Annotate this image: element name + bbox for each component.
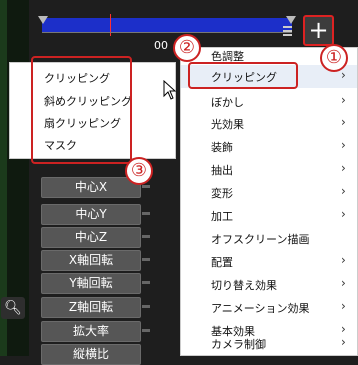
param-aspect[interactable]: 縦横比 bbox=[41, 344, 141, 365]
zoom-icon[interactable]: 🔍︎ bbox=[1, 297, 25, 319]
param-z-rotation[interactable]: Z軸回転 bbox=[41, 297, 141, 318]
menu-item-label: 加工 bbox=[211, 210, 233, 223]
menu-item-offscreen[interactable]: オフスクリーン描画 bbox=[181, 227, 357, 250]
timecode: 00 bbox=[154, 39, 168, 52]
menu-item-label: 切り替え効果 bbox=[211, 279, 277, 292]
menu-item-animation[interactable]: アニメーション効果 › bbox=[181, 296, 357, 319]
chevron-right-icon: › bbox=[341, 253, 346, 267]
menu-item-label: アニメーション効果 bbox=[211, 302, 310, 315]
slider-handle[interactable] bbox=[142, 185, 150, 188]
param-center-y[interactable]: 中心Y bbox=[41, 204, 141, 225]
param-x-rotation[interactable]: X軸回転 bbox=[41, 250, 141, 271]
timeline-ruler bbox=[42, 32, 292, 36]
slider-handle[interactable] bbox=[142, 235, 150, 238]
chevron-right-icon: › bbox=[341, 276, 346, 290]
menu-item-label: ぼかし bbox=[211, 96, 244, 109]
menu-item-label: カメラ制御 bbox=[211, 338, 266, 351]
callout-2: ② bbox=[173, 34, 201, 62]
param-center-x[interactable]: 中心X bbox=[41, 177, 141, 198]
timeline-track[interactable] bbox=[42, 18, 292, 32]
end-marker-icon[interactable] bbox=[286, 16, 296, 24]
menu-item-camera[interactable]: カメラ制御 › bbox=[181, 332, 357, 355]
callout-1: ① bbox=[320, 44, 348, 72]
mouse-cursor-icon bbox=[163, 80, 177, 100]
param-y-rotation[interactable]: Y軸回転 bbox=[41, 273, 141, 294]
slider-handle[interactable] bbox=[142, 212, 150, 215]
menu-item-decoration[interactable]: 装飾 › bbox=[181, 135, 357, 158]
menu-item-light[interactable]: 光効果 › bbox=[181, 112, 357, 135]
chevron-right-icon: › bbox=[341, 207, 346, 221]
chevron-right-icon: › bbox=[341, 138, 346, 152]
highlight-submenu bbox=[31, 56, 132, 164]
menu-item-process[interactable]: 加工 › bbox=[181, 204, 357, 227]
slider-handle[interactable] bbox=[142, 305, 150, 308]
filter-menu: 色調整 クリッピング › ぼかし › 光効果 › 装飾 › 抽出 › 変形 › … bbox=[180, 47, 358, 356]
param-center-z[interactable]: 中心Z bbox=[41, 227, 141, 248]
menu-item-label: 配置 bbox=[211, 256, 233, 269]
menu-item-extract[interactable]: 抽出 › bbox=[181, 158, 357, 181]
timeline-bar[interactable] bbox=[38, 10, 296, 36]
menu-item-label: 光効果 bbox=[211, 118, 244, 131]
chevron-right-icon: › bbox=[341, 299, 346, 313]
chevron-right-icon: › bbox=[341, 335, 346, 349]
menu-item-transition[interactable]: 切り替え効果 › bbox=[181, 273, 357, 296]
list-icon[interactable] bbox=[278, 24, 292, 38]
highlight-clipping-menu-item bbox=[188, 62, 298, 89]
callout-3: ③ bbox=[125, 157, 153, 185]
menu-item-layout[interactable]: 配置 › bbox=[181, 250, 357, 273]
add-filter-button[interactable]: + bbox=[303, 15, 334, 46]
chevron-right-icon: › bbox=[341, 68, 346, 82]
menu-item-transform[interactable]: 変形 › bbox=[181, 181, 357, 204]
menu-item-label: 変形 bbox=[211, 187, 233, 200]
start-marker-icon[interactable] bbox=[38, 16, 48, 24]
chevron-right-icon: › bbox=[341, 161, 346, 175]
chevron-right-icon: › bbox=[341, 184, 346, 198]
menu-item-label: 装飾 bbox=[211, 141, 233, 154]
menu-item-label: 抽出 bbox=[211, 164, 233, 177]
chevron-right-icon: › bbox=[341, 93, 346, 107]
slider-handle[interactable] bbox=[142, 281, 150, 284]
menu-item-blur[interactable]: ぼかし › bbox=[181, 90, 357, 113]
slider-handle[interactable] bbox=[142, 258, 150, 261]
param-scale[interactable]: 拡大率 bbox=[41, 321, 141, 342]
slider-handle[interactable] bbox=[142, 329, 150, 332]
menu-item-label: オフスクリーン描画 bbox=[211, 233, 310, 246]
chevron-right-icon: › bbox=[341, 115, 346, 129]
